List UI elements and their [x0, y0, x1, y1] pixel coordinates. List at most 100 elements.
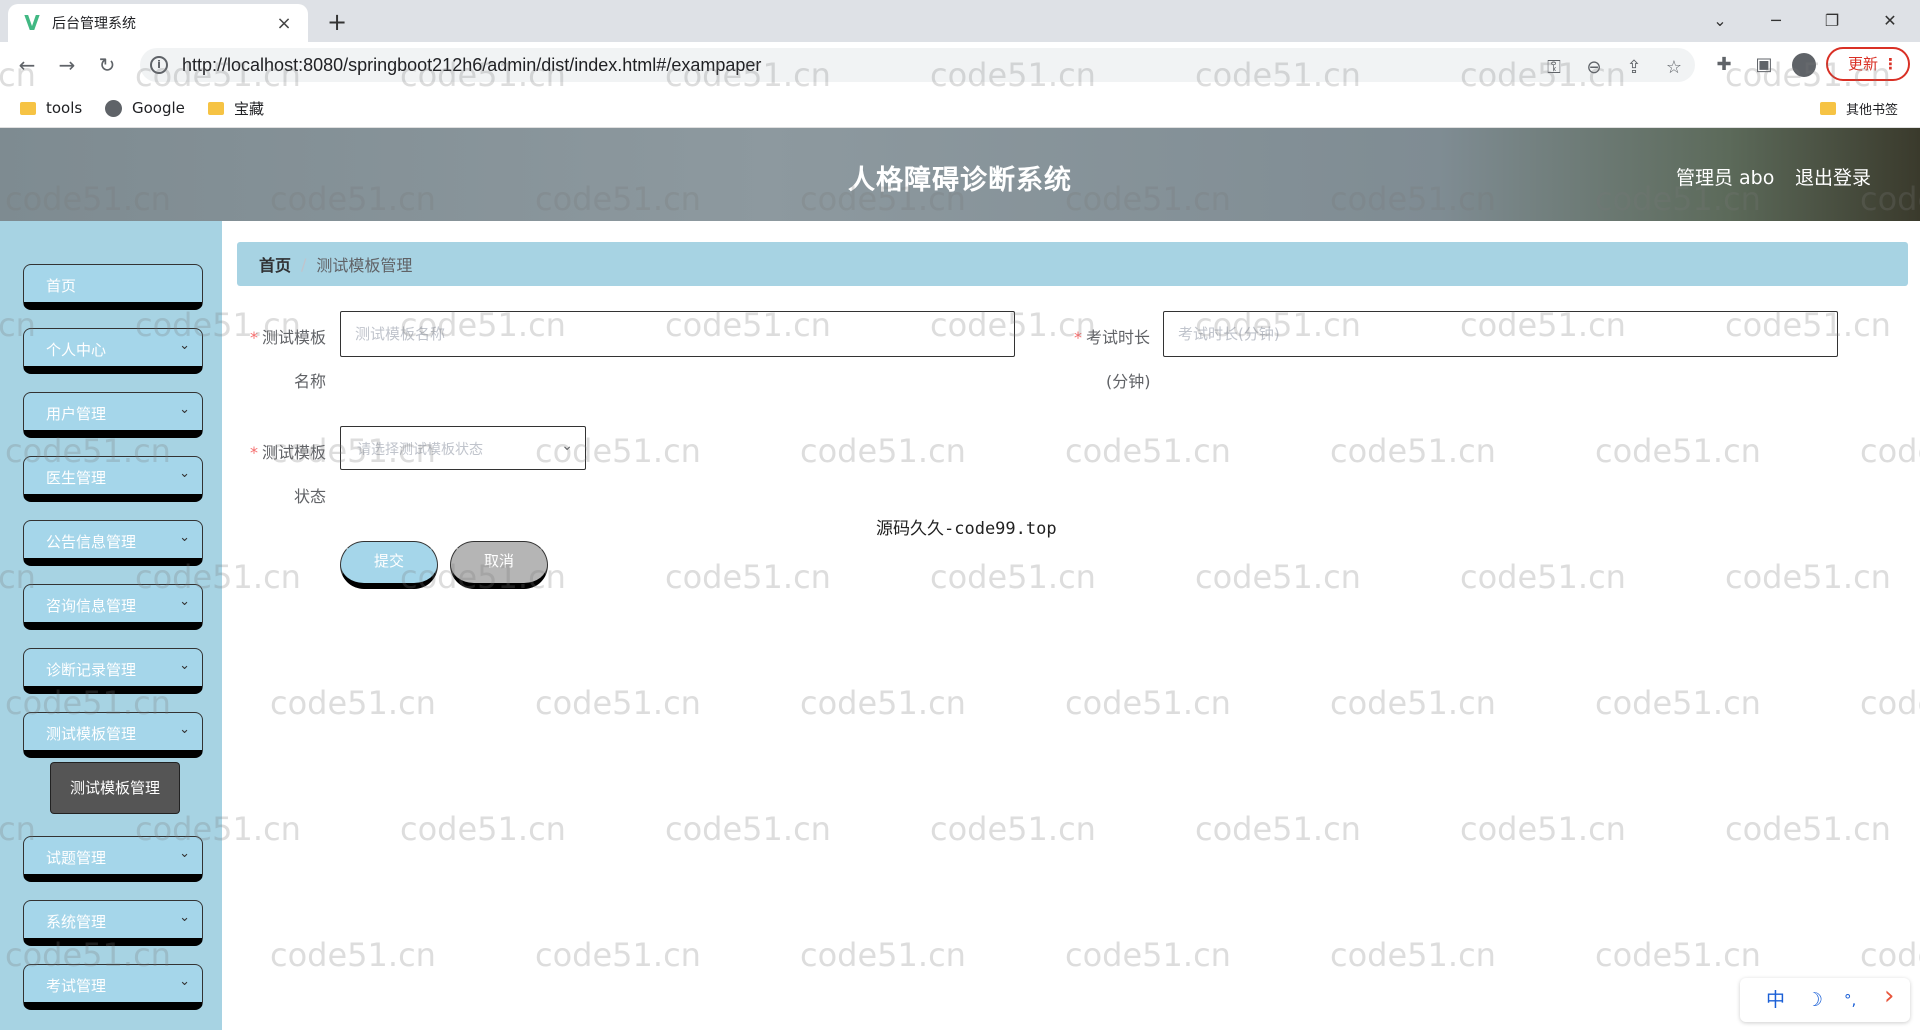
chevron-down-icon: ⌄: [179, 466, 190, 481]
template-status-label: * 测试模板: [250, 439, 326, 463]
chevron-down-icon: ⌄: [179, 658, 190, 673]
label-text: 测试模板: [262, 328, 327, 347]
sidebar-item-personal-center[interactable]: 个人中心 ⌄: [23, 328, 203, 374]
watermark-text: code51.cn: [1330, 684, 1496, 722]
reload-icon[interactable]: ↻: [92, 50, 122, 80]
sidebar-item-announcement-management[interactable]: 公告信息管理 ⌄: [23, 520, 203, 566]
logout-link[interactable]: 退出登录: [1795, 163, 1871, 190]
template-status-label-cont: 状态: [294, 487, 327, 506]
punctuation-icon[interactable]: °,: [1844, 986, 1856, 1014]
forward-icon[interactable]: →: [52, 50, 82, 80]
other-bookmarks[interactable]: 其他书签: [1820, 96, 1898, 120]
chevron-down-icon: ⌄: [179, 846, 190, 861]
info-icon[interactable]: i: [150, 56, 168, 74]
tab-search-icon[interactable]: ⌄: [1700, 4, 1740, 38]
tab-close-icon[interactable]: ×: [274, 13, 294, 34]
close-window-icon[interactable]: ✕: [1870, 4, 1910, 38]
sidebar-item-exam-management[interactable]: 考试管理 ⌄: [23, 964, 203, 1010]
breadcrumb: 首页 / 测试模板管理: [237, 242, 1908, 286]
minimize-icon[interactable]: ─: [1756, 4, 1796, 38]
sidebar-item-label: 公告信息管理: [46, 533, 137, 551]
back-icon[interactable]: ←: [12, 50, 42, 80]
submenu-item-template-management[interactable]: 测试模板管理: [51, 763, 179, 813]
watermark-text: code51.cn: [800, 684, 966, 722]
watermark-text: code51.cn: [535, 936, 701, 974]
watermark-text: code51.cn: [1460, 810, 1626, 848]
exam-duration-input[interactable]: [1163, 311, 1838, 357]
new-tab-button[interactable]: +: [322, 8, 352, 38]
chevron-right-icon[interactable]: ›: [1884, 982, 1894, 1010]
template-name-input[interactable]: [340, 311, 1015, 357]
sidebar-item-template-management[interactable]: 测试模板管理 ⌄: [23, 712, 203, 758]
sidebar-item-system-management[interactable]: 系统管理 ⌄: [23, 900, 203, 946]
breadcrumb-home[interactable]: 首页: [259, 252, 291, 276]
url-text[interactable]: http://localhost:8080/springboot212h6/ad…: [182, 55, 761, 76]
required-asterisk: *: [250, 443, 258, 462]
bookmark-label: 宝藏: [234, 99, 265, 118]
sidebar-item-label: 个人中心: [46, 341, 107, 359]
profile-avatar-icon[interactable]: [1792, 53, 1816, 77]
template-status-select[interactable]: 请选择测试模板状态 ⌄: [340, 426, 586, 470]
sidebar-item-consultation-management[interactable]: 咨询信息管理 ⌄: [23, 584, 203, 630]
restore-icon[interactable]: ❐: [1812, 4, 1852, 38]
sidebar-item-doctor-management[interactable]: 医生管理 ⌄: [23, 456, 203, 502]
bookmark-google[interactable]: Google: [105, 96, 185, 120]
vue-logo-icon: V: [24, 11, 40, 35]
watermark-text: code51.cn: [1330, 432, 1496, 470]
sidebar-item-user-management[interactable]: 用户管理 ⌄: [23, 392, 203, 438]
exam-duration-label-cont: (分钟): [1106, 372, 1151, 391]
template-name-label: * 测试模板: [250, 324, 326, 348]
bookmark-baozang[interactable]: 宝藏: [208, 96, 264, 120]
sidebar-item-label: 测试模板管理: [46, 725, 137, 743]
watermark-text: code51.cn: [1860, 432, 1920, 470]
watermark-text: code51.cn: [1725, 558, 1891, 596]
share-icon[interactable]: ⇪: [1620, 54, 1648, 82]
key-icon[interactable]: ⚿: [1540, 54, 1568, 82]
app-title: 人格障碍诊断系统: [848, 165, 1072, 196]
watermark-text: code51.cn: [1195, 810, 1361, 848]
label-text: 考试时长: [1086, 328, 1151, 347]
watermark-text: code51.cn: [930, 810, 1096, 848]
extensions-icon[interactable]: ✚: [1710, 51, 1738, 79]
bookmark-label: 其他书签: [1846, 102, 1899, 118]
moon-icon[interactable]: ☽: [1806, 986, 1823, 1014]
bookmark-label: tools: [46, 99, 83, 117]
bookmark-tools[interactable]: tools: [20, 96, 82, 120]
sidebar-item-label: 医生管理: [46, 469, 107, 487]
update-button[interactable]: 更新 ⋮: [1826, 47, 1910, 81]
browser-tab[interactable]: V 后台管理系统 ×: [8, 4, 308, 42]
tab-title: 后台管理系统: [52, 16, 136, 32]
watermark-text: code51.cn: [800, 936, 966, 974]
watermark-text: code51.cn: [1330, 936, 1496, 974]
update-label: 更新: [1848, 55, 1879, 73]
watermark-text: code51.cn: [665, 558, 831, 596]
chevron-down-icon: ⌄: [179, 338, 190, 353]
watermark-text: code51.cn: [1595, 432, 1761, 470]
more-menu-icon[interactable]: ⋮: [1883, 49, 1898, 79]
folder-icon: [1820, 101, 1836, 115]
watermark-text: code51.cn: [1725, 810, 1891, 848]
watermark-text: code51.cn: [1065, 936, 1231, 974]
sidebar-item-diagnosis-management[interactable]: 诊断记录管理 ⌄: [23, 648, 203, 694]
watermark-text: code51.cn: [1860, 936, 1920, 974]
watermark-text: code51.cn: [930, 558, 1096, 596]
exam-duration-label: * 考试时长: [1074, 324, 1150, 348]
ime-toolbar: 中 ☽ °, ›: [1740, 978, 1910, 1022]
sidebar-item-label: 首页: [46, 277, 77, 295]
select-placeholder: 请选择测试模板状态: [357, 442, 483, 458]
sidebar-item-label: 诊断记录管理: [46, 661, 137, 679]
star-icon[interactable]: ☆: [1660, 54, 1688, 82]
bookmark-label: Google: [132, 99, 185, 117]
sidebar-item-home[interactable]: 首页: [23, 264, 203, 310]
zoom-icon[interactable]: ⊖: [1580, 54, 1608, 82]
sidebar-item-question-management[interactable]: 试题管理 ⌄: [23, 836, 203, 882]
sidebar-item-label: 考试管理: [46, 977, 107, 995]
sidebar-item-label: 试题管理: [46, 849, 107, 867]
ime-lang-toggle[interactable]: 中: [1766, 986, 1785, 1014]
watermark-text: code51.cn: [1860, 684, 1920, 722]
address-bar[interactable]: i http://localhost:8080/springboot212h6/…: [140, 48, 1695, 82]
sidepanel-icon[interactable]: ▣: [1750, 51, 1778, 79]
cancel-button[interactable]: 取消: [450, 541, 548, 589]
submit-button[interactable]: 提交: [340, 541, 438, 589]
chevron-down-icon: ⌄: [179, 530, 190, 545]
